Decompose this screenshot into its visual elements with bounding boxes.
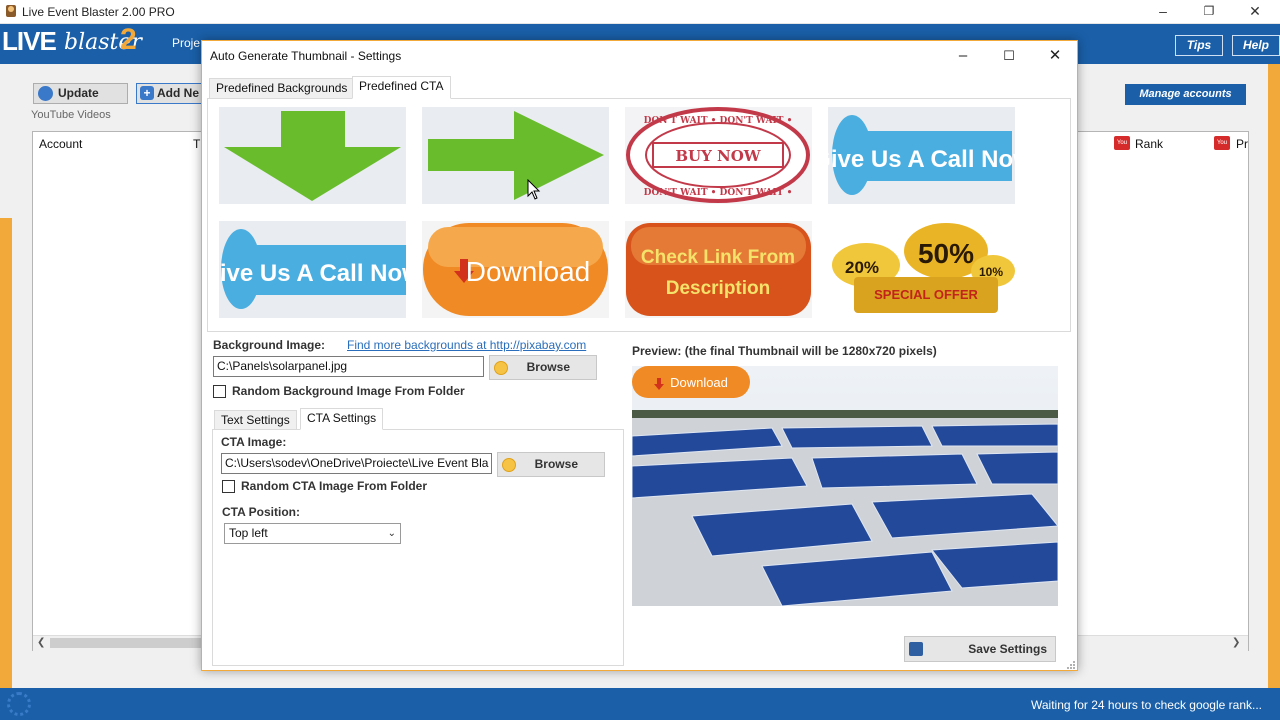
save-settings-button[interactable]: Save Settings (904, 636, 1056, 662)
cta-image-label: CTA Image: (221, 435, 287, 449)
stamp-buy-now-text: BUY NOW (675, 147, 761, 165)
help-button[interactable]: Help (1232, 35, 1280, 56)
check-link-line1: Check Link From (641, 247, 795, 268)
background-image-path-input[interactable]: C:\Panels\solarpanel.jpg (213, 356, 484, 377)
add-new-button-label: Add Ne (157, 86, 199, 100)
refresh-icon (38, 86, 53, 101)
manage-accounts-button[interactable]: Manage accounts (1125, 84, 1246, 105)
scrollbar-thumb[interactable] (50, 638, 205, 648)
thumbnail-preview: Download (632, 366, 1058, 606)
download-text: Download (466, 256, 591, 287)
update-button-label: Update (58, 86, 99, 100)
resize-grip-icon[interactable] (1066, 659, 1076, 669)
cta-download-button[interactable]: Download (422, 221, 609, 318)
dialog-title: Auto Generate Thumbnail - Settings (210, 49, 402, 63)
app-icon (5, 4, 17, 18)
stamp-ring-text-top: DON'T WAIT • DON'T WAIT • (644, 116, 793, 126)
call-now-text: Give Us A Call Now! (828, 146, 1015, 173)
cta-buy-now-stamp[interactable]: DON'T WAIT • DON'T WAIT • DON'T WAIT • D… (625, 107, 812, 204)
plus-icon: + (140, 86, 154, 100)
offer-50-text: 50% (918, 238, 974, 269)
column-header-pr[interactable]: Pr (1236, 137, 1248, 151)
youtube-icon: You (1214, 136, 1230, 150)
status-text: Waiting for 24 hours to check google ran… (1030, 698, 1262, 712)
close-icon[interactable]: ✕ (1232, 0, 1278, 24)
restore-icon[interactable]: ❐ (1186, 0, 1232, 24)
cta-image-path-input[interactable]: C:\Users\sodev\OneDrive\Proiecte\Live Ev… (221, 453, 492, 474)
find-more-backgrounds-link[interactable]: Find more backgrounds at http://pixabay.… (347, 338, 586, 352)
cta-special-offer[interactable]: 50% 20% 10% SPECIAL OFFER (828, 221, 1015, 318)
column-header-account[interactable]: Account (39, 137, 82, 151)
cta-position-label: CTA Position: (222, 505, 300, 519)
cta-give-us-a-call-now-2[interactable]: Give Us A Call Now! (219, 221, 406, 318)
random-cta-label: Random CTA Image From Folder (241, 479, 428, 493)
tab-predefined-backgrounds[interactable]: Predefined Backgrounds (209, 78, 355, 99)
dialog-maximize-icon[interactable]: ☐ (986, 42, 1032, 70)
app-logo: LIVE blaster 2 (0, 23, 148, 64)
cta-position-value: Top left (229, 526, 268, 540)
youtube-videos-group-label: YouTube Videos (31, 109, 111, 121)
preview-cta-text: Download (670, 375, 728, 390)
chevron-down-icon: ⌄ (387, 528, 396, 539)
tips-button[interactable]: Tips (1175, 35, 1223, 56)
projects-tab[interactable]: Proje (172, 36, 200, 50)
preview-label: Preview: (the final Thumbnail will be 12… (632, 344, 937, 358)
logo-live: LIVE (2, 26, 57, 56)
busy-spinner-icon (7, 692, 31, 716)
column-header-rank[interactable]: Rank (1135, 137, 1163, 151)
add-new-button[interactable]: + Add Ne (136, 83, 206, 104)
tab-text-settings[interactable]: Text Settings (214, 410, 297, 431)
tab-cta-settings[interactable]: CTA Settings (300, 408, 384, 430)
cta-give-us-a-call-now[interactable]: Give Us A Call Now! (828, 107, 1015, 204)
cta-check-link-from-description[interactable]: Check Link From Description (625, 221, 812, 318)
call-now-text: Give Us A Call Now! (219, 260, 406, 287)
browse-background-button[interactable]: Browse (489, 355, 597, 380)
cta-position-select[interactable]: Top left ⌄ (224, 523, 401, 544)
folder-icon (502, 458, 516, 472)
update-button[interactable]: Update (33, 83, 128, 104)
youtube-icon: You (1114, 136, 1130, 150)
tab-predefined-cta[interactable]: Predefined CTA (352, 76, 451, 99)
main-window-title: Live Event Blaster 2.00 PRO (22, 5, 175, 19)
scroll-left-icon[interactable]: ❮ (37, 637, 45, 648)
browse-label: Browse (526, 360, 570, 374)
random-background-label: Random Background Image From Folder (232, 384, 465, 398)
dialog-close-icon[interactable]: ✕ (1032, 42, 1078, 70)
offer-20-text: 20% (845, 258, 879, 277)
offer-10-text: 10% (979, 265, 1003, 279)
cta-green-right-arrow[interactable] (422, 107, 609, 204)
background-image-label: Background Image: (213, 338, 326, 352)
dialog-minimize-icon[interactable]: – (940, 42, 986, 70)
mouse-cursor-icon (527, 178, 541, 204)
save-settings-label: Save Settings (968, 642, 1047, 656)
random-background-checkbox[interactable] (213, 385, 226, 398)
scroll-right-icon[interactable]: ❯ (1232, 637, 1240, 648)
random-cta-checkbox[interactable] (222, 480, 235, 493)
cta-green-down-arrow[interactable] (219, 107, 406, 204)
folder-icon (494, 361, 508, 375)
main-titlebar (0, 0, 1280, 24)
logo-two: 2 (120, 23, 137, 56)
special-offer-text: SPECIAL OFFER (874, 287, 978, 302)
stamp-ring-text-bottom: DON'T WAIT • DON'T WAIT • (644, 188, 793, 198)
check-link-line2: Description (666, 278, 771, 299)
browse-label: Browse (534, 457, 578, 471)
browse-cta-button[interactable]: Browse (497, 452, 605, 477)
save-icon (909, 642, 923, 656)
minimize-icon[interactable]: – (1140, 0, 1186, 24)
column-header-t[interactable]: T (193, 137, 200, 151)
